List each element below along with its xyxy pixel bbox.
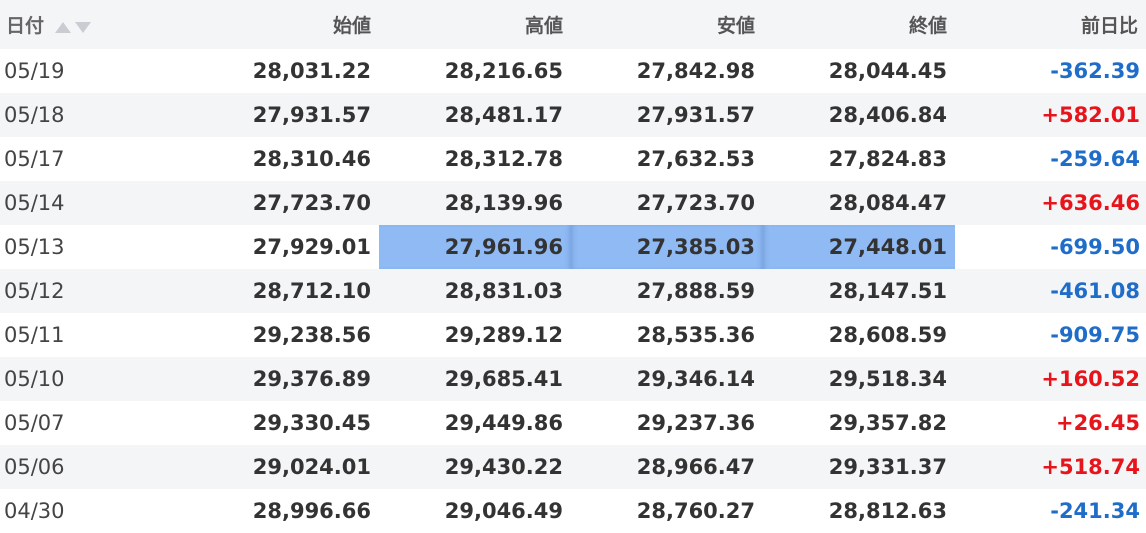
cell-date: 05/10 — [4, 367, 65, 391]
cell-high: 28,831.03 — [444, 279, 563, 303]
cell-low: 28,966.47 — [636, 455, 755, 479]
column-header-high: 高値 — [524, 15, 563, 37]
cell-low: 29,346.14 — [636, 367, 755, 391]
cell-date: 05/12 — [4, 279, 65, 303]
cell-low: 28,760.27 — [636, 499, 755, 523]
table-row[interactable]: 05/13 27,929.01 27,961.96 27,385.03 27,448.0… — [0, 225, 1146, 269]
cell-high: 29,449.86 — [444, 411, 563, 435]
sort-control[interactable] — [54, 16, 91, 38]
column-header-low: 安値 — [716, 15, 755, 37]
cell-date: 05/17 — [4, 147, 65, 171]
cell-open: 29,376.89 — [252, 367, 371, 391]
table-row[interactable]: 04/30 28,996.66 29,046.49 28,760.27 28,812.6… — [0, 489, 1146, 533]
cell-high: 28,312.78 — [444, 147, 563, 171]
cell-open: 28,310.46 — [252, 147, 371, 171]
cell-diff: +518.74 — [1041, 455, 1140, 479]
cell-open: 28,996.66 — [252, 499, 371, 523]
table-row[interactable]: 05/11 29,238.56 29,289.12 28,535.36 28,608.5… — [0, 313, 1146, 357]
cell-open: 28,031.22 — [252, 59, 371, 83]
cell-high: 28,481.17 — [444, 103, 563, 127]
cell-date: 05/19 — [4, 59, 65, 83]
cell-diff: -362.39 — [1050, 59, 1140, 83]
cell-low: 27,888.59 — [636, 279, 755, 303]
column-header-open: 始値 — [332, 15, 371, 37]
cell-close: 28,812.63 — [828, 499, 947, 523]
table-row[interactable]: 05/14 27,723.70 28,139.96 27,723.70 28,084.4… — [0, 181, 1146, 225]
table-row[interactable]: 05/12 28,712.10 28,831.03 27,888.59 28,147.5… — [0, 269, 1146, 313]
cell-date: 05/14 — [4, 191, 65, 215]
cell-open: 29,330.45 — [252, 411, 371, 435]
cell-diff: -461.08 — [1050, 279, 1140, 303]
cell-open: 29,238.56 — [252, 323, 371, 347]
cell-low: 27,931.57 — [636, 103, 755, 127]
sort-asc-icon[interactable] — [54, 21, 71, 33]
cell-close: 28,044.45 — [828, 59, 947, 83]
cell-diff: +26.45 — [1055, 411, 1140, 435]
cell-low: 28,535.36 — [636, 323, 755, 347]
cell-close: 28,084.47 — [828, 191, 947, 215]
cell-close: 27,824.83 — [828, 147, 947, 171]
cell-date: 05/06 — [4, 455, 65, 479]
cell-close: 28,147.51 — [828, 279, 947, 303]
cell-diff: +582.01 — [1041, 103, 1140, 127]
column-header-close: 終値 — [908, 15, 947, 37]
table-row[interactable]: 05/17 28,310.46 28,312.78 27,632.53 27,824.8… — [0, 137, 1146, 181]
cell-open: 27,723.70 — [252, 191, 371, 215]
cell-close: 29,518.34 — [828, 367, 947, 391]
cell-high: 29,685.41 — [444, 367, 563, 391]
cell-date: 05/18 — [4, 103, 65, 127]
cell-diff: -909.75 — [1050, 323, 1140, 347]
cell-close: 29,331.37 — [828, 455, 947, 479]
column-header-date[interactable]: 日付 — [0, 0, 187, 49]
cell-high: 28,216.65 — [444, 59, 563, 83]
cell-close: 29,357.82 — [828, 411, 947, 435]
cell-diff: +160.52 — [1041, 367, 1140, 391]
cell-low: 27,842.98 — [636, 59, 755, 83]
cell-open: 27,929.01 — [252, 235, 371, 259]
cell-low: 29,237.36 — [636, 411, 755, 435]
table-body: 05/19 28,031.22 28,216.65 27,842.98 28,044.4… — [0, 49, 1146, 533]
table-row[interactable]: 05/07 29,330.45 29,449.86 29,237.36 29,357.8… — [0, 401, 1146, 445]
column-header-date-label: 日付 — [6, 15, 45, 37]
cell-date: 05/13 — [4, 235, 65, 259]
header-row: 日付 始値 高値 安値 終値 前日比 — [0, 0, 1146, 49]
cell-diff: -699.50 — [1050, 235, 1140, 259]
table-row[interactable]: 05/10 29,376.89 29,685.41 29,346.14 29,518.3… — [0, 357, 1146, 401]
table-row[interactable]: 05/18 27,931.57 28,481.17 27,931.57 28,406.8… — [0, 93, 1146, 137]
cell-low: 27,632.53 — [636, 147, 755, 171]
cell-low[interactable]: 27,385.03 — [571, 225, 763, 269]
sort-desc-icon[interactable] — [74, 21, 91, 33]
cell-close: 28,406.84 — [828, 103, 947, 127]
cell-date: 05/07 — [4, 411, 65, 435]
cell-close: 28,608.59 — [828, 323, 947, 347]
price-history-table: 日付 始値 高値 安値 終値 前日比 05/19 28,031.22 28,216.… — [0, 0, 1146, 533]
cell-close[interactable]: 27,448.01 — [763, 225, 955, 269]
column-header-diff: 前日比 — [1080, 15, 1138, 37]
table-header: 日付 始値 高値 安値 終値 前日比 — [0, 0, 1146, 49]
cell-date: 05/11 — [4, 323, 65, 347]
table-row[interactable]: 05/06 29,024.01 29,430.22 28,966.47 29,331.3… — [0, 445, 1146, 489]
cell-open: 29,024.01 — [252, 455, 371, 479]
cell-diff: -241.34 — [1050, 499, 1140, 523]
cell-high: 29,430.22 — [444, 455, 563, 479]
cell-open: 28,712.10 — [252, 279, 371, 303]
cell-low: 27,723.70 — [636, 191, 755, 215]
cell-high[interactable]: 27,961.96 — [379, 225, 571, 269]
cell-date: 04/30 — [4, 499, 65, 523]
cell-high: 29,046.49 — [444, 499, 563, 523]
cell-high: 28,139.96 — [444, 191, 563, 215]
cell-diff: -259.64 — [1050, 147, 1140, 171]
cell-diff: +636.46 — [1041, 191, 1140, 215]
cell-high: 29,289.12 — [444, 323, 563, 347]
cell-open: 27,931.57 — [252, 103, 371, 127]
table-row[interactable]: 05/19 28,031.22 28,216.65 27,842.98 28,044.4… — [0, 49, 1146, 93]
